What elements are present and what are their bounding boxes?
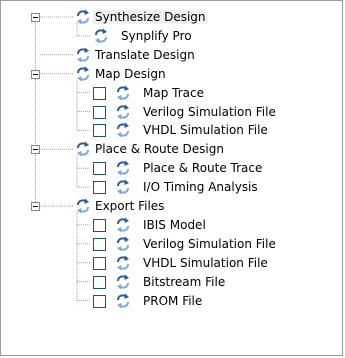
tree-item-label: Place & Route Trace: [143, 161, 263, 176]
tree-item-exp-verilog[interactable]: Verilog Simulation File: [1, 236, 342, 255]
tree-item-synth[interactable]: Synthesize Design: [1, 9, 342, 28]
process-arrows-icon: [117, 179, 129, 195]
process-arrows-icon: [117, 217, 129, 233]
tree-item-label: Map Design: [95, 66, 166, 81]
process-arrows-icon: [77, 198, 89, 214]
checkbox-icon[interactable]: [93, 218, 106, 232]
tree-item-label: I/O Timing Analysis: [143, 180, 258, 195]
tree-item-prom[interactable]: PROM File: [1, 293, 342, 312]
process-arrows-icon: [117, 236, 129, 252]
process-tree-panel: Synthesize Design Synplify Pro Translate D…: [0, 0, 343, 356]
tree-item-synplify[interactable]: Synplify Pro: [1, 28, 342, 47]
checkbox-icon[interactable]: [93, 105, 106, 119]
tree-item-par-trace[interactable]: Place & Route Trace: [1, 160, 342, 179]
collapse-minus-icon[interactable]: [31, 145, 40, 155]
tree-item-translate[interactable]: Translate Design: [1, 47, 342, 66]
tree-item-map[interactable]: Map Design: [1, 66, 342, 85]
checkbox-icon[interactable]: [93, 86, 106, 100]
checkbox-icon[interactable]: [93, 124, 106, 138]
tree-item-label: Export Files: [95, 199, 165, 213]
tree-item-label: Synthesize Design: [93, 10, 208, 24]
tree-item-par[interactable]: Place & Route Design: [1, 141, 342, 160]
process-arrows-icon: [77, 9, 89, 25]
process-arrows-icon: [117, 104, 129, 119]
tree-item-map-trace[interactable]: Map Trace: [1, 85, 342, 104]
tree-item-label: Map Trace: [143, 85, 204, 100]
process-arrows-icon: [117, 274, 129, 290]
tree-item-export[interactable]: Export Files: [1, 198, 342, 217]
tree-item-io-timing[interactable]: I/O Timing Analysis: [1, 179, 342, 198]
collapse-minus-icon[interactable]: [31, 69, 40, 79]
collapse-minus-icon[interactable]: [31, 13, 40, 22]
tree-item-map-verilog[interactable]: Verilog Simulation File: [1, 104, 342, 123]
tree-item-label: Synplify Pro: [121, 28, 192, 43]
process-arrows-icon: [117, 85, 129, 101]
tree-item-map-vhdl[interactable]: VHDL Simulation File: [1, 122, 342, 141]
checkbox-icon[interactable]: [93, 181, 106, 195]
process-arrows-icon: [77, 141, 89, 157]
process-arrows-icon: [117, 255, 129, 271]
process-arrows-icon: [117, 160, 129, 176]
tree-item-label: Place & Route Design: [95, 142, 224, 157]
checkbox-icon[interactable]: [93, 237, 106, 251]
tree-item-label: PROM File: [143, 293, 203, 308]
tree-item-exp-vhdl[interactable]: VHDL Simulation File: [1, 255, 342, 274]
tree-item-bitstream[interactable]: Bitstream File: [1, 274, 342, 293]
process-arrows-icon: [77, 47, 89, 63]
tree-item-label: VHDL Simulation File: [143, 255, 268, 270]
checkbox-icon[interactable]: [93, 256, 106, 270]
tree-item-label: Bitstream File: [143, 274, 226, 289]
process-tree: Synthesize Design Synplify Pro Translate D…: [1, 1, 342, 355]
checkbox-icon[interactable]: [93, 294, 106, 308]
process-arrows-icon: [95, 28, 107, 44]
tree-item-label: Translate Design: [95, 47, 195, 62]
tree-item-label: Verilog Simulation File: [143, 236, 276, 251]
process-arrows-icon: [77, 66, 89, 82]
tree-item-label: IBIS Model: [143, 217, 206, 232]
checkbox-icon[interactable]: [93, 162, 106, 176]
collapse-minus-icon[interactable]: [31, 202, 40, 211]
tree-item-label: Verilog Simulation File: [143, 104, 276, 119]
tree-item-label: VHDL Simulation File: [143, 123, 268, 138]
tree-item-ibis[interactable]: IBIS Model: [1, 217, 342, 236]
checkbox-icon[interactable]: [93, 275, 106, 289]
process-arrows-icon: [117, 293, 129, 308]
process-arrows-icon: [117, 122, 129, 138]
